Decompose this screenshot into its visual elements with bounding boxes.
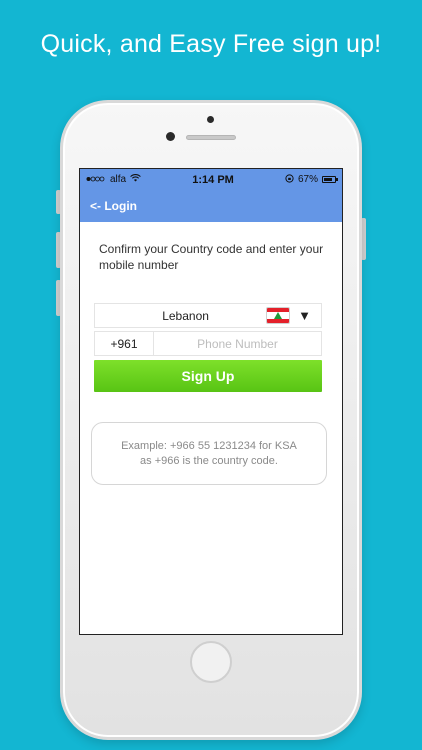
orientation-lock-icon [285,173,294,186]
status-left: alfa [86,174,141,185]
phone-speaker [186,135,236,140]
sign-up-button[interactable]: Sign Up [94,360,322,392]
country-selector[interactable]: Lebanon ▼ [94,303,322,328]
example-hint-line1: Example: +966 55 1231234 for KSA [121,439,297,452]
lebanon-flag-icon [266,307,291,324]
status-time: 1:14 PM [192,173,234,186]
status-bar: alfa 1:14 PM 67% [80,169,342,190]
country-code-field[interactable]: +961 [94,331,154,356]
battery-icon [322,176,338,183]
phone-camera [207,116,214,123]
promo-headline: Quick, and Easy Free sign up! [40,30,382,58]
example-hint-line2: as +966 is the country code. [140,454,278,467]
phone-number-row: +961 [94,331,322,356]
nav-bar: <- Login [80,190,342,222]
signup-instructions: Confirm your Country code and enter your… [99,242,324,272]
phone-home-button [190,641,232,683]
carrier-name: alfa [110,174,127,185]
wifi-icon [130,174,141,185]
phone-number-input[interactable] [154,331,322,356]
country-name: Lebanon [162,308,209,323]
battery-percent: 67% [297,174,318,185]
signal-dots-icon [86,174,106,185]
phone-sensor [166,132,175,141]
back-to-login-button[interactable]: <- Login [90,199,137,213]
example-hint-box: Example: +966 55 1231234 for KSA as +966… [91,422,327,485]
phone-screen: alfa 1:14 PM 67% <- Login Confirm your C… [79,168,343,635]
dropdown-arrow-icon[interactable]: ▼ [298,308,311,323]
status-right: 67% [285,173,338,186]
